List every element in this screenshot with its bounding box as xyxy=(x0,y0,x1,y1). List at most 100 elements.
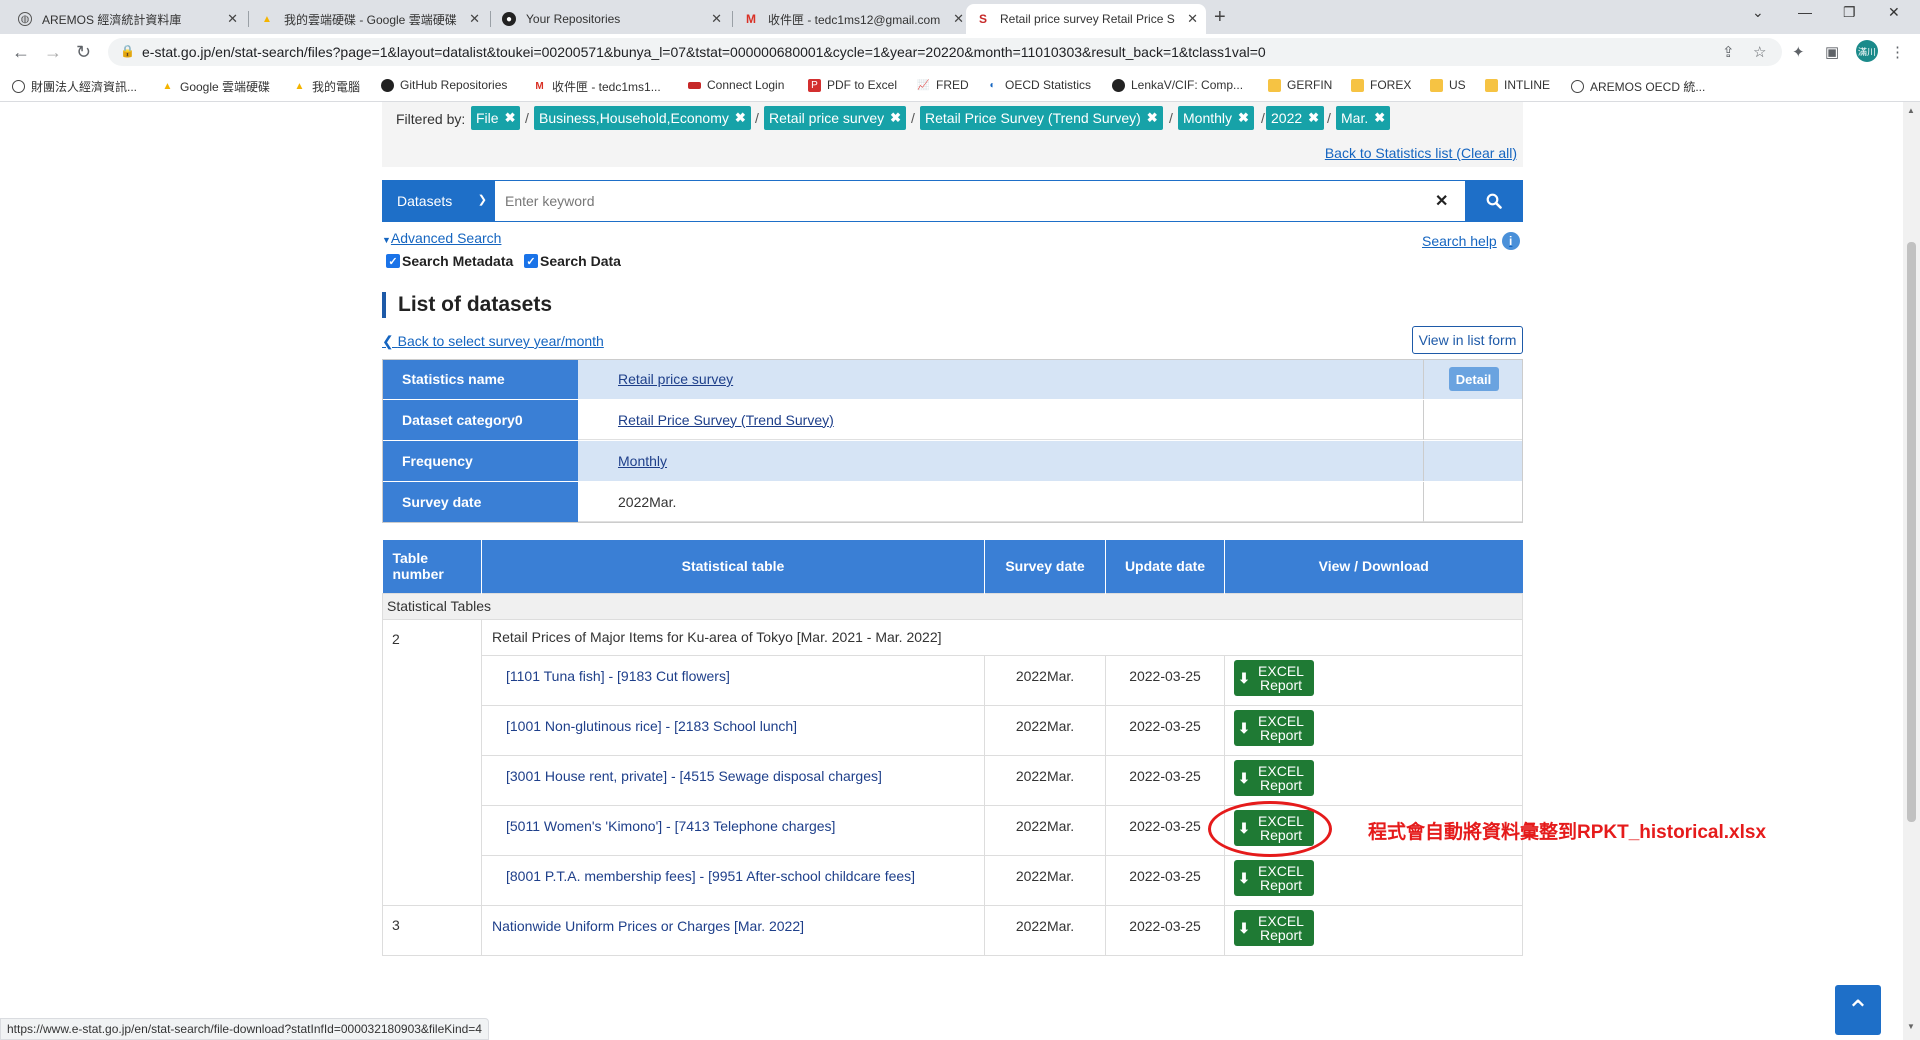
scrollbar-thumb[interactable] xyxy=(1907,242,1916,822)
bookmark-label: FOREX xyxy=(1370,78,1412,92)
bookmark-item[interactable]: INTLINE xyxy=(1485,78,1550,92)
remove-icon[interactable]: ✖ xyxy=(1147,110,1158,126)
back-to-select-link[interactable]: ❮ Back to select survey year/month xyxy=(382,333,604,350)
search-data-checkbox[interactable]: ✓ Search Data xyxy=(524,253,621,269)
bookmark-item[interactable]: AREMOS OECD 統... xyxy=(1571,78,1705,95)
profile-avatar[interactable]: 滿川 xyxy=(1856,40,1878,62)
excel-download-button[interactable]: ⬇ EXCEL Report xyxy=(1234,659,1314,696)
excel-download-button[interactable]: ⬇ EXCEL Report xyxy=(1234,759,1314,796)
bookmark-item[interactable]: 財團法人經濟資訊... xyxy=(12,78,137,95)
keyword-input[interactable] xyxy=(495,181,1465,221)
close-icon[interactable]: ✕ xyxy=(1187,11,1198,27)
remove-icon[interactable]: ✖ xyxy=(735,110,746,126)
excel-download-button[interactable]: ⬇ EXCEL Report xyxy=(1234,859,1314,896)
scroll-down-icon[interactable]: ▼ xyxy=(1907,1022,1915,1031)
new-tab-icon[interactable]: + xyxy=(1214,6,1226,29)
filter-chip[interactable]: Business,Household,Economy ✖ xyxy=(534,106,751,130)
bookmark-item[interactable]: ◐ OECD Statistics xyxy=(986,78,1091,92)
filter-chip[interactable]: File ✖ xyxy=(471,106,521,130)
checkbox-icon[interactable]: ✓ xyxy=(386,254,400,268)
close-icon[interactable]: ✕ xyxy=(711,11,722,27)
tab-github[interactable]: ● Your Repositories ✕ xyxy=(492,4,730,34)
bookmark-item[interactable]: GitHub Repositories xyxy=(381,78,507,92)
close-icon[interactable]: ✕ xyxy=(227,11,238,27)
share-icon[interactable]: ⇪ xyxy=(1722,43,1735,61)
scroll-to-top-button[interactable]: ⌃ xyxy=(1835,985,1881,1035)
maximize-icon[interactable]: ❐ xyxy=(1843,4,1856,21)
advanced-search-link[interactable]: ▼Advanced Search xyxy=(382,230,501,246)
frequency-link[interactable]: Monthly xyxy=(618,453,667,469)
bookmark-item[interactable]: ▲ Google 雲端硬碟 xyxy=(161,78,270,95)
tab-gmail[interactable]: M 收件匣 - tedc1ms12@gmail.com ✕ xyxy=(734,4,972,34)
table-link[interactable]: [1001 Non-glutinous rice] - [2183 School… xyxy=(506,718,797,734)
remove-icon[interactable]: ✖ xyxy=(1374,110,1385,126)
checkbox-icon[interactable]: ✓ xyxy=(524,254,538,268)
table-link[interactable]: [8001 P.T.A. membership fees] - [9951 Af… xyxy=(506,868,915,884)
folder-icon xyxy=(1430,78,1443,92)
page-scrollbar[interactable]: ▲ ▼ xyxy=(1903,102,1920,1040)
remove-icon[interactable]: ✖ xyxy=(1308,110,1319,126)
close-icon[interactable]: ✕ xyxy=(469,11,480,27)
filter-chip[interactable]: Mar. ✖ xyxy=(1336,106,1391,130)
filter-chip[interactable]: Retail Price Survey (Trend Survey) ✖ xyxy=(920,106,1163,130)
table-link[interactable]: Nationwide Uniform Prices or Charges [Ma… xyxy=(492,918,804,934)
search-help-link[interactable]: Search help i xyxy=(1422,232,1520,250)
close-window-icon[interactable]: ✕ xyxy=(1888,4,1900,21)
table-link[interactable]: [5011 Women's 'Kimono'] - [7413 Telephon… xyxy=(506,818,835,834)
dataset-category-link[interactable]: Retail Price Survey (Trend Survey) xyxy=(618,412,834,428)
view-list-form-button[interactable]: View in list form xyxy=(1412,326,1523,354)
detail-button[interactable]: Detail xyxy=(1448,367,1499,391)
bookmark-label: OECD Statistics xyxy=(1005,78,1092,92)
bookmark-item[interactable]: 📈 FRED xyxy=(917,78,968,92)
scroll-up-icon[interactable]: ▲ xyxy=(1907,106,1915,115)
remove-icon[interactable]: ✖ xyxy=(890,110,901,126)
tab-aremos[interactable]: ◍ AREMOS 經濟統計資料庫 ✕ xyxy=(8,4,246,34)
forward-icon[interactable]: → xyxy=(44,42,62,63)
reload-icon[interactable]: ↻ xyxy=(76,42,91,63)
side-panel-icon[interactable]: ▣ xyxy=(1825,43,1839,61)
search-button[interactable] xyxy=(1465,181,1523,221)
bookmark-item[interactable]: LenkaV/CIF: Comp... xyxy=(1112,78,1243,92)
annotation-circle xyxy=(1208,801,1332,857)
bookmark-item[interactable]: P PDF to Excel xyxy=(808,78,897,92)
chip-separator: / xyxy=(1169,110,1173,126)
survey-date-cell: 2022Mar. xyxy=(984,754,1106,806)
bookmark-item[interactable]: FOREX xyxy=(1351,78,1411,92)
bookmark-item[interactable]: ▲ 我的電腦 xyxy=(293,78,360,95)
filter-chip[interactable]: Monthly ✖ xyxy=(1178,106,1254,130)
bookmark-item[interactable]: GERFIN xyxy=(1268,78,1332,92)
tab-google-drive[interactable]: ▲ 我的雲端硬碟 - Google 雲端硬碟 ✕ xyxy=(250,4,488,34)
filter-chip[interactable]: 2022 ✖ xyxy=(1266,106,1325,130)
statistics-name-link[interactable]: Retail price survey xyxy=(618,371,733,387)
bookmark-item[interactable]: US xyxy=(1430,78,1466,92)
menu-icon[interactable]: ⋮ xyxy=(1890,43,1905,61)
scope-select[interactable]: Datasets ❯ xyxy=(383,181,495,221)
extensions-icon[interactable]: ✦ xyxy=(1792,43,1805,61)
remove-icon[interactable]: ✖ xyxy=(505,110,516,126)
clear-all-link[interactable]: Back to Statistics list (Clear all) xyxy=(1325,145,1517,161)
tab-search-icon[interactable]: ⌄ xyxy=(1752,4,1764,21)
minimize-icon[interactable]: — xyxy=(1798,4,1812,20)
table-link-cell: [1001 Non-glutinous rice] - [2183 School… xyxy=(481,704,985,756)
info-row-dataset-category: Dataset category0 Retail Price Survey (T… xyxy=(382,400,1523,441)
tab-title: 我的雲端硬碟 - Google 雲端硬碟 xyxy=(284,12,457,27)
excel-download-button[interactable]: ⬇ EXCEL Report xyxy=(1234,709,1314,746)
table-link[interactable]: [1101 Tuna fish] - [9183 Cut flowers] xyxy=(506,668,730,684)
excel-download-button[interactable]: ⬇ EXCEL Report xyxy=(1234,909,1314,946)
close-icon[interactable]: ✕ xyxy=(953,11,964,27)
remove-icon[interactable]: ✖ xyxy=(1238,110,1249,126)
back-icon[interactable]: ← xyxy=(12,42,30,63)
globe-icon: ◍ xyxy=(18,12,32,26)
url-text[interactable]: e-stat.go.jp/en/stat-search/files?page=1… xyxy=(142,44,1266,60)
table-link[interactable]: [3001 House rent, private] - [4515 Sewag… xyxy=(506,768,882,784)
back-link-label: Back to select survey year/month xyxy=(397,333,604,349)
bookmark-item[interactable]: Connect Login xyxy=(688,78,784,92)
search-metadata-checkbox[interactable]: ✓ Search Metadata xyxy=(386,253,513,269)
folder-icon xyxy=(1485,78,1498,92)
filter-chip[interactable]: Retail price survey ✖ xyxy=(764,106,907,130)
bookmark-item[interactable]: M 收件匣 - tedc1ms1... xyxy=(533,78,660,95)
address-bar[interactable]: 🔒 e-stat.go.jp/en/stat-search/files?page… xyxy=(108,38,1782,66)
tab-estat[interactable]: S Retail price survey Retail Price S ✕ xyxy=(966,4,1206,34)
bookmark-star-icon[interactable]: ☆ xyxy=(1753,43,1766,61)
clear-icon[interactable]: ✕ xyxy=(1435,191,1448,211)
